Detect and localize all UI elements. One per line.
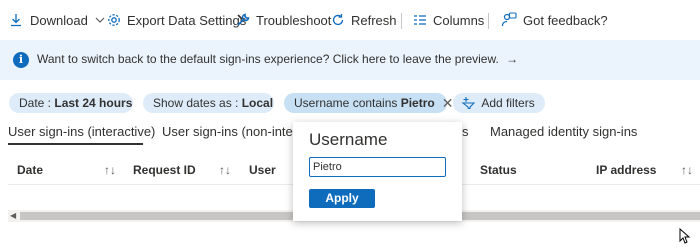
export-data-settings-button[interactable]: Export Data Settings <box>107 10 246 30</box>
close-icon[interactable]: ✕ <box>442 93 454 113</box>
troubleshoot-button[interactable]: Troubleshoot <box>236 10 331 30</box>
username-filter-prefix: Username contains <box>294 96 401 110</box>
sort-icon[interactable]: ↑↓ <box>681 163 693 177</box>
username-input[interactable] <box>309 157 446 177</box>
scroll-left-icon[interactable]: ◀ <box>10 210 16 222</box>
show-dates-prefix: Show dates as : <box>153 96 242 110</box>
mouse-cursor-icon <box>679 228 691 244</box>
wrench-icon <box>237 13 250 26</box>
sort-icon[interactable]: ↑↓ <box>104 163 116 177</box>
username-filter-value: Pietro <box>400 96 435 110</box>
sort-icon[interactable]: ↑↓ <box>219 163 231 177</box>
tab-user-sign-ins-non-interactive[interactable]: User sign-ins (non-interac <box>162 124 311 139</box>
add-filters-label: Add filters <box>481 96 535 110</box>
feedback-label: Got feedback? <box>523 12 608 28</box>
download-button[interactable]: Download <box>9 10 106 30</box>
banner-text: Want to switch back to the default sign-… <box>37 52 499 66</box>
download-icon <box>11 14 21 27</box>
refresh-button[interactable]: Refresh <box>331 10 397 30</box>
username-filter-pill[interactable]: Username contains Pietro ✕ <box>284 93 453 113</box>
tab-managed-identity-sign-ins[interactable]: Managed identity sign-ins <box>490 124 637 139</box>
command-bar: Download Export Data Settings Troublesho… <box>0 0 700 40</box>
column-header-status[interactable]: Status <box>480 163 517 177</box>
info-icon: i <box>13 52 29 68</box>
toolbar-divider <box>488 13 489 29</box>
apply-button[interactable]: Apply <box>309 189 375 208</box>
column-header-request-id[interactable]: Request ID <box>133 163 196 177</box>
preview-info-banner[interactable]: i Want to switch back to the default sig… <box>0 40 700 80</box>
column-header-ip-address[interactable]: IP address <box>596 163 656 177</box>
column-header-date[interactable]: Date <box>17 163 43 177</box>
columns-icon <box>414 15 426 25</box>
banner-message[interactable]: Want to switch back to the default sign-… <box>37 52 518 66</box>
column-header-user[interactable]: User <box>249 163 276 177</box>
feedback-button[interactable]: Got feedback? <box>501 10 608 30</box>
chevron-down-icon <box>95 17 105 23</box>
refresh-icon <box>332 14 344 26</box>
download-label: Download <box>30 12 88 28</box>
columns-label: Columns <box>433 12 485 28</box>
date-filter-pill[interactable]: Date : Last 24 hours <box>9 93 133 113</box>
show-dates-value: Local <box>241 96 274 110</box>
columns-button[interactable]: Columns <box>413 10 484 30</box>
export-label: Export Data Settings <box>127 12 247 28</box>
tab-user-sign-ins-interactive[interactable]: User sign-ins (interactive) <box>8 124 155 139</box>
gear-icon <box>108 14 120 26</box>
active-tab-indicator <box>8 143 143 145</box>
username-filter-popup: Username Apply <box>293 122 462 221</box>
feedback-person-icon <box>501 12 517 27</box>
show-dates-pill[interactable]: Show dates as : Local <box>143 93 274 113</box>
troubleshoot-label: Troubleshoot <box>256 12 332 28</box>
refresh-label: Refresh <box>351 12 397 28</box>
date-filter-prefix: Date : <box>19 96 55 110</box>
date-filter-value: Last 24 hours <box>54 96 133 110</box>
toolbar-divider <box>401 13 402 29</box>
add-filters-button[interactable]: Add filters <box>453 93 545 113</box>
tab-service-principal-sign-ins[interactable]: s <box>462 124 469 139</box>
popup-title: Username <box>309 130 388 149</box>
arrow-right-icon: → <box>506 52 519 66</box>
add-filter-icon <box>461 97 476 110</box>
